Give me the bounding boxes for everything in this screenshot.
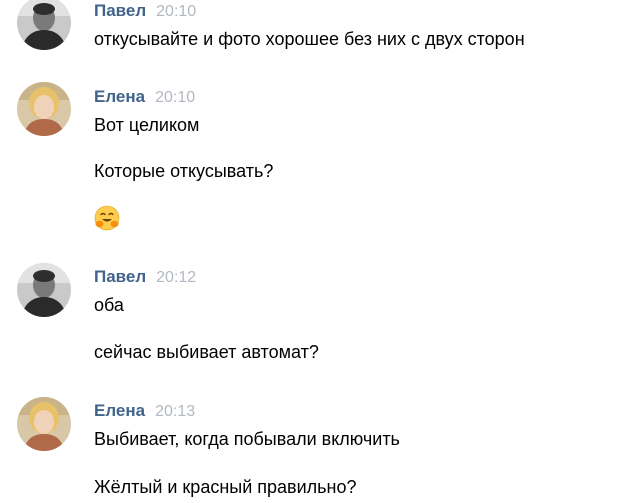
pavel-avatar[interactable]: [17, 0, 71, 50]
chat-history: Павел 20:10 откусывайте и фото хорошее бе…: [0, 0, 640, 503]
message-text: оба: [94, 295, 124, 315]
message-text: сейчас выбивает автомат?: [94, 342, 319, 362]
message-text: Вот целиком: [94, 115, 200, 135]
message-text: Которые откусывать?: [94, 161, 274, 181]
message-author[interactable]: Елена: [94, 87, 145, 106]
message-author[interactable]: Павел: [94, 1, 146, 20]
message-time[interactable]: 20:10: [155, 89, 195, 106]
message-text: откусывайте и фото хорошее без них с дву…: [94, 29, 525, 49]
message-text: Жёлтый и красный правильно?: [94, 477, 357, 497]
message-author[interactable]: Елена: [94, 401, 145, 420]
hugging-face-emoji: [94, 205, 120, 231]
pavel-avatar[interactable]: [17, 263, 71, 317]
message-time[interactable]: 20:13: [155, 403, 195, 420]
elena-avatar[interactable]: [17, 82, 71, 136]
elena-avatar[interactable]: [17, 397, 71, 451]
message-text: Выбивает, когда побывали включить: [94, 429, 400, 449]
message-author[interactable]: Павел: [94, 267, 146, 286]
message-time[interactable]: 20:12: [156, 269, 196, 286]
message-time[interactable]: 20:10: [156, 3, 196, 20]
